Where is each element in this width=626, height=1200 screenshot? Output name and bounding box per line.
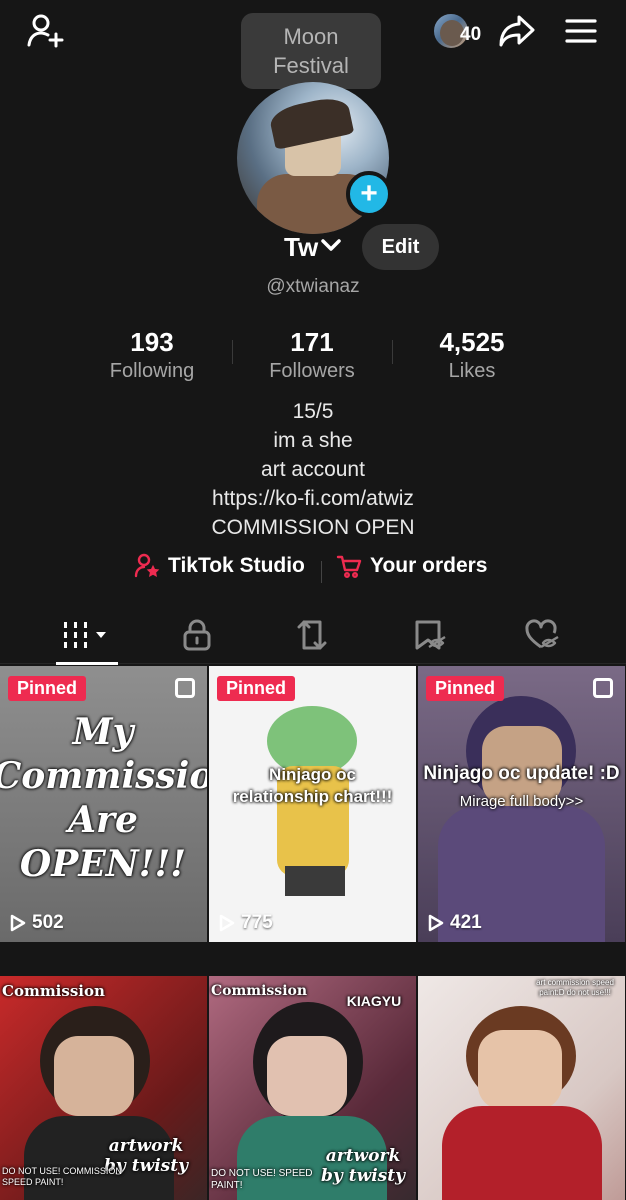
video-tile[interactable]: Commission KIAGYU artwork by twisty DO N… <box>209 976 416 1200</box>
visitors-badge[interactable]: 40 <box>432 10 492 52</box>
username-handle: @xtwianaz <box>266 276 360 297</box>
stat-value: 171 <box>290 327 334 357</box>
multi-photo-icon <box>175 678 195 698</box>
content-tabs <box>0 606 626 665</box>
tooltip-line-2: Festival <box>273 53 349 78</box>
tab-favorites[interactable] <box>390 606 470 664</box>
profile-links: TikTok Studio Your orders <box>0 553 626 589</box>
bio-link[interactable]: https://ko-fi.com/atwiz <box>0 484 626 513</box>
video-tile[interactable]: Ninjago oc update! :D Mirage full body>>… <box>418 666 625 942</box>
tab-private[interactable] <box>157 606 237 664</box>
edit-profile-button[interactable]: Edit <box>362 224 439 270</box>
festival-tooltip[interactable]: Moon Festival <box>241 13 381 99</box>
add-friend-icon[interactable] <box>22 8 68 54</box>
bio-line: 15/5 <box>292 400 334 423</box>
view-count: 421 <box>428 912 482 934</box>
character-face <box>54 1036 134 1116</box>
view-count-value: 502 <box>32 912 64 933</box>
character-face <box>478 1030 562 1110</box>
tiktok-studio-link[interactable]: TikTok Studio <box>134 553 305 579</box>
pinned-badge: Pinned <box>426 676 505 701</box>
repost-icon <box>297 620 327 650</box>
bio-line: art account <box>261 458 365 481</box>
stat-followers[interactable]: 171 Followers <box>232 326 392 386</box>
add-story-plus-icon[interactable]: + <box>346 171 392 217</box>
video-note: DO NOT USE! SPEED PAINT! <box>211 1168 313 1191</box>
character-face <box>267 1036 347 1116</box>
heart-hidden-icon <box>525 619 559 649</box>
video-tag: KIAGYU <box>346 993 402 1009</box>
stat-value: 193 <box>130 327 174 357</box>
view-count-value: 421 <box>450 912 482 933</box>
pinned-badge: Pinned <box>8 676 87 701</box>
lock-icon <box>183 619 211 651</box>
grid-videos-icon <box>64 622 106 648</box>
stat-following[interactable]: 193 Following <box>72 326 232 386</box>
tooltip-line-1: Moon <box>283 24 339 49</box>
tiktok-studio-label: TikTok Studio <box>168 554 305 577</box>
video-tile[interactable]: art commission speed paint:D do not use!… <box>418 976 625 1200</box>
your-orders-label: Your orders <box>370 554 488 577</box>
video-tile[interactable]: Commission artwork by twisty DO NOT USE!… <box>0 976 207 1200</box>
pinned-badge: Pinned <box>217 676 296 701</box>
video-caption: art commission speed paint:D do not use!… <box>536 978 614 997</box>
cart-icon <box>336 555 362 579</box>
share-icon[interactable] <box>494 8 540 54</box>
tab-liked[interactable] <box>503 606 583 664</box>
bookmark-hidden-icon <box>415 620 446 650</box>
video-caption: Commission <box>211 983 308 999</box>
stat-likes[interactable]: 4,525 Likes <box>392 326 552 386</box>
bio-line: im a she <box>273 429 353 452</box>
multi-photo-icon <box>593 678 613 698</box>
menu-icon[interactable] <box>558 8 604 54</box>
video-tile[interactable]: My Commissio Are OPEN!!! Pinned 502 <box>0 666 207 942</box>
stat-value: 4,525 <box>439 327 505 357</box>
your-orders-link[interactable]: Your orders <box>336 553 487 579</box>
visitor-count: 40 <box>460 24 482 45</box>
character-legs <box>285 866 345 896</box>
display-name[interactable]: Tw <box>284 232 318 263</box>
profile-stats: 193 Following 171 Followers 4,525 Likes <box>72 326 554 386</box>
stat-label: Following <box>109 360 195 382</box>
view-count-value: 775 <box>241 912 273 933</box>
play-icon <box>10 914 26 932</box>
character-body <box>442 1106 602 1200</box>
profile-bio: 15/5 im a she art account https://ko-fi.… <box>0 397 626 542</box>
video-note: DO NOT USE! COMMISSION SPEED PAINT! <box>2 1166 122 1187</box>
bio-line: COMMISSION OPEN <box>211 516 415 539</box>
play-icon <box>428 914 444 932</box>
stat-label: Followers <box>269 360 355 382</box>
video-subcaption: Mirage full body>> <box>459 793 584 810</box>
video-sub: artwork by twisty <box>321 1146 405 1186</box>
video-tile[interactable]: Ninjago oc relationship chart!!! Pinned … <box>209 666 416 942</box>
tab-videos[interactable] <box>46 606 126 665</box>
chevron-down-icon[interactable] <box>320 238 342 257</box>
tab-reposts[interactable] <box>272 606 352 664</box>
video-caption: Ninjago oc update! :D <box>423 763 620 784</box>
video-caption: Ninjago oc relationship chart!!! <box>232 765 393 806</box>
name-row: Tw Edit <box>0 224 626 272</box>
top-bar: Moon Festival 40 <box>0 0 626 99</box>
play-icon <box>219 914 235 932</box>
video-caption: My Commissio Are OPEN!!! <box>0 711 207 885</box>
view-count: 775 <box>219 912 273 934</box>
studio-user-star-icon <box>134 553 160 578</box>
link-divider <box>321 561 322 583</box>
stat-label: Likes <box>448 360 496 382</box>
video-caption: Commission <box>2 982 105 1000</box>
view-count: 502 <box>10 912 64 934</box>
